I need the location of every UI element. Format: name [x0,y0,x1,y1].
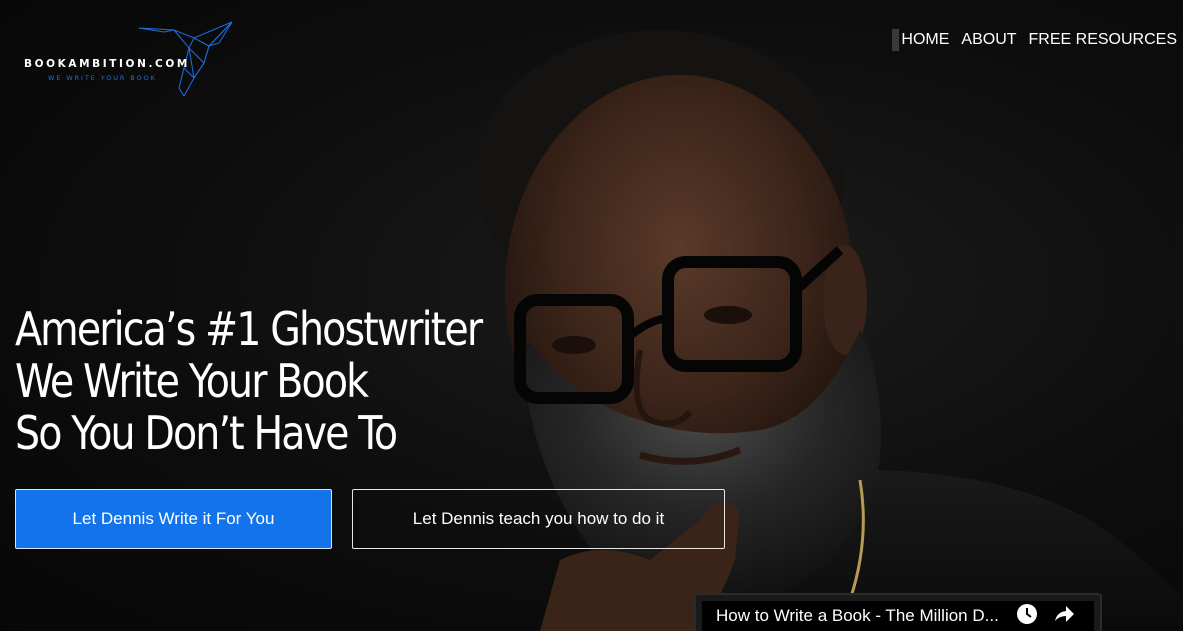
nav-item-free-resources[interactable]: FREE RESOURCES [1023,29,1183,51]
share-icon[interactable] [1053,603,1075,625]
video-title[interactable]: How to Write a Book - The Million D... [716,606,1016,626]
headline-line-2: We Write Your Book [15,354,369,408]
main-nav: HOME ABOUT FREE RESOURCES [892,29,1183,51]
write-for-you-button[interactable]: Let Dennis Write it For You [15,489,332,549]
page: BOOKAMBITION.COM WE WRITE YOUR BOOK HOME… [0,0,1183,631]
headline-line-3: So You Don’t Have To [15,406,398,460]
brand-name: BOOKAMBITION.COM [24,58,190,70]
brand-tagline: WE WRITE YOUR BOOK [48,74,157,82]
video-embed[interactable]: How to Write a Book - The Million D... [694,593,1102,631]
nav-item-home[interactable]: HOME [892,29,955,51]
headline-line-1: America’s #1 Ghostwriter [15,302,483,356]
hero-headline: America’s #1 Ghostwriter We Write Your B… [15,302,483,460]
nav-item-about[interactable]: ABOUT [955,29,1022,51]
teach-you-button[interactable]: Let Dennis teach you how to do it [352,489,725,549]
clock-icon[interactable] [1016,603,1038,625]
brand-logo[interactable]: BOOKAMBITION.COM WE WRITE YOUR BOOK [22,18,237,103]
